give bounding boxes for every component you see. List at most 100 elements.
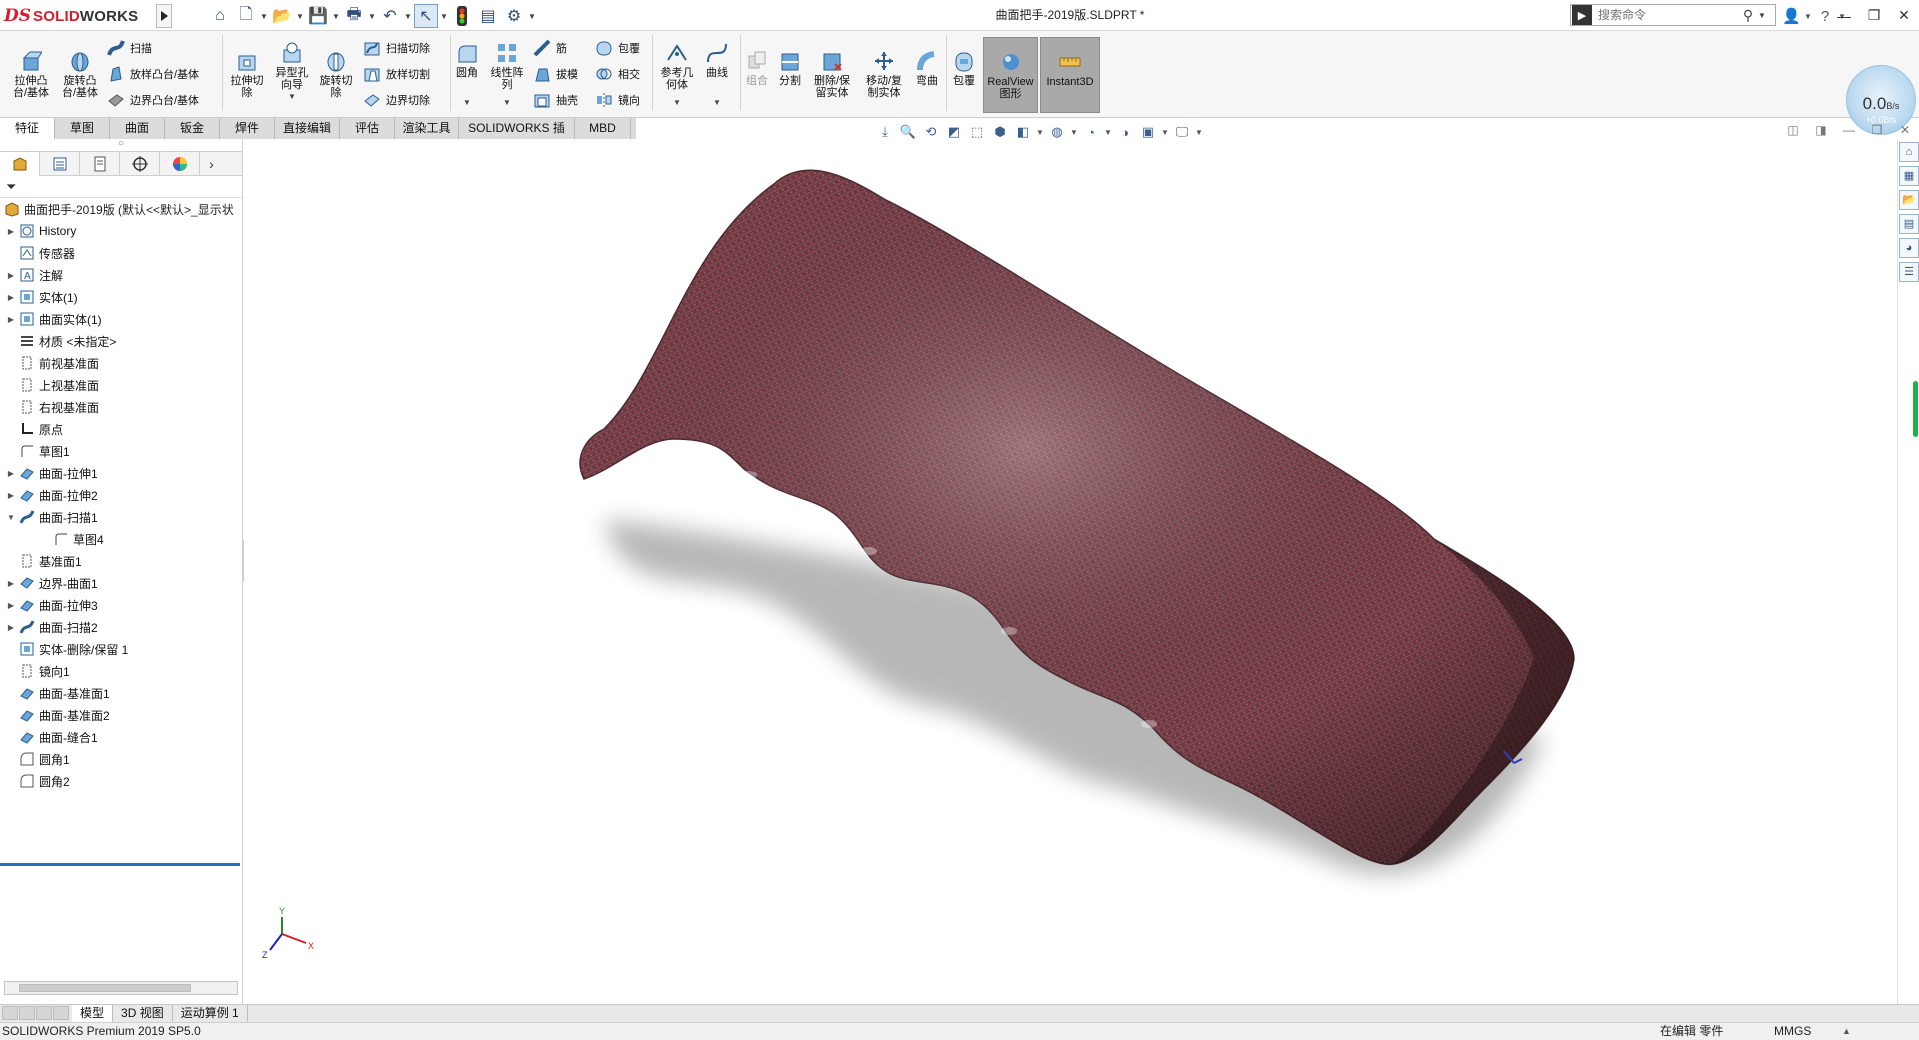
tree-item[interactable]: 前视基准面	[0, 352, 242, 374]
file-explorer-icon[interactable]: 📂	[1899, 190, 1919, 210]
search-input[interactable]	[1598, 6, 1738, 24]
graphics-area[interactable]: Y X Z	[244, 139, 1897, 1004]
split-button[interactable]: 分割	[775, 49, 805, 87]
tab-render-tools[interactable]: 渲染工具	[395, 118, 459, 139]
configuration-manager-tab-icon[interactable]	[80, 152, 120, 176]
previous-tab-icon[interactable]	[19, 1005, 35, 1020]
tree-item[interactable]: 曲面-缝合1	[0, 726, 242, 748]
print-icon[interactable]: 🖶	[342, 4, 366, 28]
flex-button[interactable]: 弯曲	[912, 49, 942, 87]
design-library-icon[interactable]: ▦	[1899, 166, 1919, 186]
chevron-down-icon[interactable]: ▼	[404, 4, 412, 28]
chevron-down-icon[interactable]: ▼	[503, 98, 511, 107]
display-manager-tab-icon[interactable]	[160, 152, 200, 176]
appearances-icon[interactable]: ◕	[1899, 238, 1919, 258]
chevron-down-icon[interactable]: ▼	[1036, 128, 1044, 137]
tree-item[interactable]: 圆角1	[0, 748, 242, 770]
chevron-down-icon[interactable]: ▼	[260, 4, 268, 28]
sweep-cut-button[interactable]: 扫描切除	[362, 37, 430, 59]
search-commands[interactable]: ▶ ⚲ ▼	[1570, 4, 1776, 26]
wrap-large-button[interactable]: 包覆	[949, 49, 979, 87]
chevron-right-icon[interactable]: ▶	[4, 293, 18, 302]
model-tab[interactable]: 模型	[72, 1005, 114, 1022]
zoom-to-area-icon[interactable]: 🔍	[898, 122, 918, 142]
wrap-button[interactable]: 包覆	[594, 37, 640, 59]
chevron-right-icon[interactable]: ▶	[4, 491, 18, 500]
tree-item[interactable]: ▶ 曲面-拉伸3	[0, 594, 242, 616]
chevron-down-icon[interactable]: ▼	[368, 4, 376, 28]
chevron-down-icon[interactable]: ▼	[1195, 128, 1203, 137]
shell-button[interactable]: 抽壳	[532, 89, 578, 111]
hide-show-items-icon[interactable]: ◍	[1047, 122, 1067, 142]
motion-study-tab[interactable]: 运动算例 1	[173, 1005, 248, 1022]
tree-item[interactable]: 传感器	[0, 242, 242, 264]
viewport-expand-icon[interactable]: ◨	[1813, 123, 1829, 137]
chevron-down-icon[interactable]: ▼	[1161, 128, 1169, 137]
edit-appearance-icon[interactable]: ◔	[1081, 122, 1101, 142]
new-document-icon[interactable]: 🗋	[234, 4, 258, 28]
view-palette-icon[interactable]: ▤	[1899, 214, 1919, 234]
move-copy-body-button[interactable]: 移动/复 制实体	[860, 49, 908, 99]
feature-tree-tab-icon[interactable]	[0, 152, 40, 176]
zoom-to-fit-icon[interactable]: ⤓	[875, 122, 895, 142]
save-icon[interactable]: 💾	[306, 4, 330, 28]
intersect-button[interactable]: 相交	[594, 63, 640, 85]
combine-button[interactable]: 组合	[742, 49, 772, 87]
tab-evaluate[interactable]: 评估	[340, 118, 395, 139]
extrude-cut-button[interactable]: 拉伸切 除	[225, 49, 269, 99]
chevron-right-icon[interactable]: ▶	[4, 315, 18, 324]
tab-weldments[interactable]: 焊件	[220, 118, 275, 139]
viewport-restore-icon[interactable]: ❐	[1869, 123, 1885, 137]
rollback-bar[interactable]	[0, 863, 240, 866]
chevron-down-icon[interactable]: ▼	[463, 98, 471, 107]
delete-keep-body-button[interactable]: 删除/保 留实体	[808, 49, 856, 99]
chevron-down-icon[interactable]: ▼	[1804, 12, 1812, 21]
chevron-down-icon[interactable]: ▼	[440, 4, 448, 28]
undo-icon[interactable]: ↶	[378, 4, 402, 28]
tree-root-part[interactable]: 曲面把手-2019版 (默认<<默认>_显示状	[0, 198, 242, 220]
tab-sheet-metal[interactable]: 钣金	[165, 118, 220, 139]
chevron-down-icon[interactable]: ▼	[713, 98, 721, 107]
tree-item[interactable]: ▶ 边界-曲面1	[0, 572, 242, 594]
revolve-boss-button[interactable]: 旋转凸 台/基体	[57, 49, 103, 99]
tree-item[interactable]: 基准面1	[0, 550, 242, 572]
linear-pattern-button[interactable]: 线性阵 列	[486, 41, 528, 91]
view-triad[interactable]: Y X Z	[262, 906, 314, 960]
tree-item[interactable]: ▼ 曲面-扫描1	[0, 506, 242, 528]
tree-item[interactable]: 原点	[0, 418, 242, 440]
boundary-cut-button[interactable]: 边界切除	[362, 89, 430, 111]
hole-wizard-button[interactable]: 异型孔 向导 ▼	[270, 41, 314, 103]
first-tab-icon[interactable]	[2, 1005, 18, 1020]
view-orientation-icon[interactable]: ⬢	[990, 122, 1010, 142]
file-properties-icon[interactable]: ▤	[476, 4, 500, 28]
tab-mbd[interactable]: MBD	[575, 118, 631, 139]
tree-item[interactable]: ▶ A 注解	[0, 264, 242, 286]
property-manager-tab-icon[interactable]	[40, 152, 80, 176]
solidworks-logo[interactable]: DS SOLIDWORKS	[4, 4, 152, 28]
3d-view-tab[interactable]: 3D 视图	[113, 1005, 173, 1022]
viewport-collapse-icon[interactable]: ◫	[1785, 123, 1801, 137]
tree-item[interactable]: 圆角2	[0, 770, 242, 792]
tab-sketch[interactable]: 草图	[55, 118, 110, 139]
tree-item[interactable]: 上视基准面	[0, 374, 242, 396]
unit-system[interactable]: MMGS	[1774, 1023, 1811, 1040]
tree-item[interactable]: ▶ 曲面-拉伸2	[0, 484, 242, 506]
dimxpert-tab-icon[interactable]	[120, 152, 160, 176]
tree-item[interactable]: 右视基准面	[0, 396, 242, 418]
realview-graphics-button[interactable]: RealView 图形	[983, 37, 1038, 113]
search-scope-icon[interactable]: ▶	[1572, 5, 1592, 25]
tab-direct-editing[interactable]: 直接编辑	[275, 118, 340, 139]
chevron-right-icon[interactable]: ›	[200, 152, 223, 176]
chevron-down-icon[interactable]: ▼	[4, 513, 18, 522]
tree-item[interactable]: 曲面-基准面1	[0, 682, 242, 704]
tab-solidworks-addins[interactable]: SOLIDWORKS 插件	[459, 118, 575, 155]
view-settings-icon[interactable]: ▣	[1138, 122, 1158, 142]
chevron-down-icon[interactable]: ▼	[1104, 128, 1112, 137]
sweep-button[interactable]: 扫描	[106, 37, 152, 59]
menu-expand-arrow[interactable]	[156, 4, 172, 28]
chevron-right-icon[interactable]: ▶	[4, 227, 18, 236]
chevron-right-icon[interactable]: ▶	[4, 469, 18, 478]
extrude-boss-button[interactable]: 拉伸凸 台/基体	[8, 49, 54, 99]
last-tab-icon[interactable]	[53, 1005, 69, 1020]
scrollbar-thumb[interactable]	[19, 984, 191, 992]
